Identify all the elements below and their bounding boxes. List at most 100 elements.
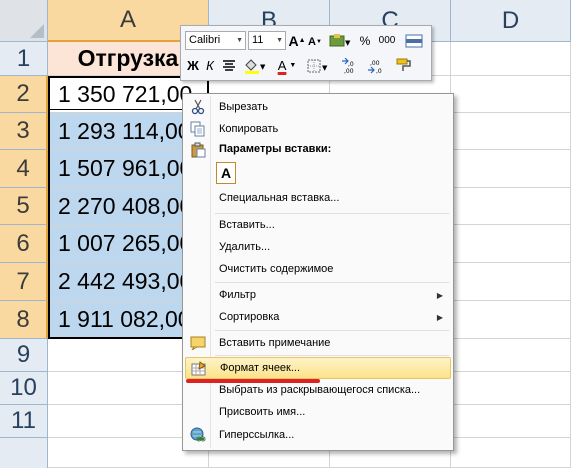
copy-icon: [190, 121, 206, 137]
column-header-d[interactable]: D: [451, 0, 571, 42]
cell-d2[interactable]: [451, 76, 571, 113]
row-header-1[interactable]: 1: [0, 42, 48, 76]
menu-item-cut-label: Вырезать: [219, 101, 268, 113]
insert-note-label: Вставить примечание: [219, 337, 331, 349]
menu-item-filter[interactable]: Фильтр ▶: [185, 284, 451, 306]
cell-d9[interactable]: [451, 339, 571, 372]
row-header-8[interactable]: 8: [0, 301, 48, 339]
hyperlink-label: Гиперссылка...: [219, 429, 295, 441]
clipboard-icon: [190, 142, 206, 158]
merge-center-button[interactable]: [403, 31, 425, 50]
chevron-down-icon: ▼: [236, 37, 243, 44]
insert-label: Вставить...: [219, 219, 275, 231]
triangle-down-icon: ▼: [316, 38, 322, 45]
shrink-font-button[interactable]: A ▼: [307, 32, 323, 51]
pick-from-list-label: Выбрать из раскрывающегося списка...: [219, 384, 421, 396]
submenu-arrow-icon: ▶: [436, 290, 443, 300]
bold-button[interactable]: Ж: [185, 56, 201, 75]
row-header-4[interactable]: 4: [0, 150, 48, 188]
font-size-value: 11: [252, 34, 264, 46]
decrease-decimal-button[interactable]: ,00,0: [365, 56, 389, 75]
accounting-format-button[interactable]: ▼: [327, 31, 353, 50]
menu-item-cut[interactable]: Вырезать: [185, 96, 451, 118]
red-underline-annotation: [186, 379, 320, 383]
italic-button[interactable]: К: [202, 56, 218, 75]
row-header-5[interactable]: 5: [0, 188, 48, 225]
menu-item-special-paste[interactable]: Специальная вставка...: [185, 187, 451, 209]
cell-d5[interactable]: [451, 188, 571, 225]
svg-text:,0: ,0: [376, 68, 382, 74]
define-name-label: Присвоить имя...: [219, 406, 306, 418]
thousands-separator-button[interactable]: 000: [375, 31, 399, 50]
format-cells-label: Формат ячеек...: [220, 362, 301, 374]
menu-separator: [215, 282, 449, 283]
svg-text:▼: ▼: [322, 64, 328, 72]
cell-d8[interactable]: [451, 301, 571, 339]
borders-button[interactable]: ▼: [306, 56, 332, 75]
fill-color-button[interactable]: ▼: [242, 56, 270, 75]
paste-options-label: Параметры вставки:: [219, 143, 332, 155]
menu-item-hyperlink[interactable]: Гиперссылка...: [185, 424, 451, 446]
row-header-12[interactable]: [0, 438, 48, 468]
note-icon: [190, 335, 206, 351]
accounting-format-icon: ▼: [329, 33, 351, 47]
filter-label: Фильтр: [219, 289, 256, 301]
select-all-corner[interactable]: [0, 0, 48, 42]
menu-item-clear-contents[interactable]: Очистить содержимое: [185, 258, 451, 280]
menu-item-copy-label: Копировать: [219, 123, 279, 135]
font-name-value: Calibri: [189, 34, 221, 46]
row-header-10[interactable]: 10: [0, 372, 48, 405]
cell-d11[interactable]: [451, 405, 571, 438]
merge-center-icon: [405, 34, 423, 47]
increase-decimal-button[interactable]: ,0,00: [339, 56, 363, 75]
percent-button[interactable]: %: [357, 31, 373, 50]
grow-font-icon: A: [288, 32, 299, 49]
mini-toolbar: Calibri ▼ 11 ▼ A ▲ A ▼ ▼ % 000 Ж К ▼ A ▼ ▼ ,0…: [180, 25, 432, 81]
decrease-decimal-icon: ,00,0: [368, 60, 382, 74]
menu-item-format-cells[interactable]: Формат ячеек...: [185, 357, 451, 379]
font-color-icon: A: [277, 58, 287, 73]
svg-text:,00: ,00: [344, 68, 354, 74]
sort-label: Сортировка: [219, 311, 280, 323]
menu-item-sort[interactable]: Сортировка ▶: [185, 306, 451, 328]
submenu-arrow-icon: ▶: [436, 312, 443, 322]
font-color-button[interactable]: A ▼: [273, 56, 301, 75]
menu-item-define-name[interactable]: Присвоить имя...: [185, 401, 451, 423]
row-header-11[interactable]: 11: [0, 405, 48, 438]
svg-text:▼: ▼: [345, 39, 351, 47]
menu-item-insert-note[interactable]: Вставить примечание: [185, 332, 451, 354]
shrink-font-icon: A: [308, 35, 316, 48]
paste-option-keep-text[interactable]: A: [216, 162, 236, 184]
menu-item-copy[interactable]: Копировать: [185, 118, 451, 140]
row-header-6[interactable]: 6: [0, 225, 48, 263]
row-header-9[interactable]: 9: [0, 339, 48, 372]
font-size-dropdown[interactable]: 11 ▼: [248, 31, 286, 50]
svg-text:,00: ,00: [370, 60, 380, 67]
cell-d10[interactable]: [451, 372, 571, 405]
borders-icon: ▼: [307, 59, 328, 72]
row-header-2[interactable]: 2: [0, 76, 48, 113]
svg-text:,0: ,0: [348, 61, 354, 68]
menu-separator: [215, 330, 449, 331]
cell-d1[interactable]: [451, 42, 571, 76]
cell-d3[interactable]: [451, 113, 571, 150]
menu-paste-options-header: Параметры вставки:: [185, 139, 451, 159]
menu-item-delete[interactable]: Удалить...: [185, 236, 451, 258]
delete-label: Удалить...: [219, 241, 271, 253]
cell-d7[interactable]: [451, 263, 571, 301]
row-header-7[interactable]: 7: [0, 263, 48, 301]
cell-d6[interactable]: [451, 225, 571, 263]
increase-decimal-icon: ,0,00: [342, 57, 354, 74]
grow-font-button[interactable]: A ▲: [288, 31, 306, 50]
cell-d4[interactable]: [451, 150, 571, 188]
cell-d12[interactable]: [451, 438, 571, 468]
menu-item-insert[interactable]: Вставить...: [185, 214, 451, 236]
row-header-3[interactable]: 3: [0, 113, 48, 150]
clear-contents-label: Очистить содержимое: [219, 263, 334, 275]
format-painter-button[interactable]: [393, 55, 415, 74]
select-all-triangle-icon: [30, 24, 44, 38]
format-cells-icon: [191, 361, 207, 377]
center-align-button[interactable]: [220, 56, 238, 75]
font-name-dropdown[interactable]: Calibri ▼: [185, 31, 246, 50]
menu-separator: [215, 355, 449, 356]
